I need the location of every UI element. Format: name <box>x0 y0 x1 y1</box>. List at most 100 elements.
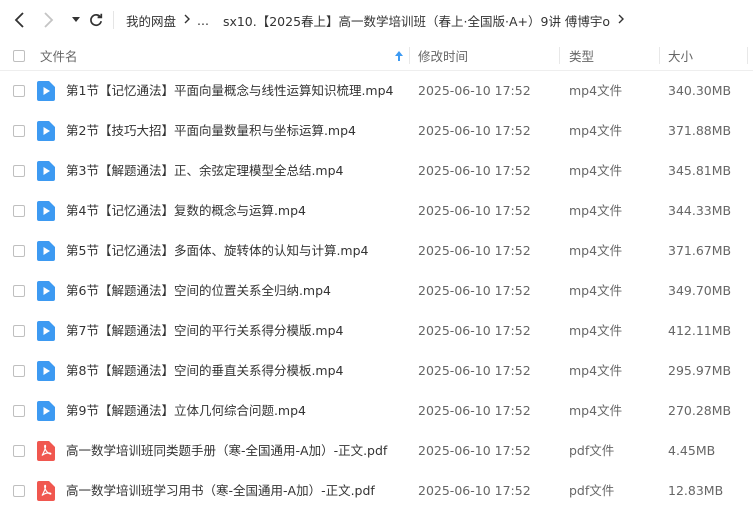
navigation-bar: 我的网盘 ... sx10.【2025春上】高一数学培训班（春上·全国版·A+）… <box>0 0 753 40</box>
file-size: 295.97MB <box>668 363 732 378</box>
row-checkbox[interactable] <box>13 325 25 337</box>
row-checkbox[interactable] <box>13 365 25 377</box>
file-modified-time: 2025-06-10 17:52 <box>418 83 531 98</box>
file-type: mp4文件 <box>569 243 623 258</box>
file-size: 345.81MB <box>668 163 732 178</box>
file-modified-time: 2025-06-10 17:52 <box>418 483 531 498</box>
table-row[interactable]: 第2节【技巧大招】平面向量数量积与坐标运算.mp4 2025-06-10 17:5… <box>0 111 753 151</box>
table-row[interactable]: 第6节【解题通法】空间的位置关系全归纳.mp4 2025-06-10 17:52 m… <box>0 271 753 311</box>
pdf-file-icon <box>37 481 55 501</box>
file-name[interactable]: 高一数学培训班同类题手册（寒-全国通用-A加）-正文.pdf <box>66 431 387 471</box>
file-name[interactable]: 第6节【解题通法】空间的位置关系全归纳.mp4 <box>66 271 331 311</box>
breadcrumb-root[interactable]: 我的网盘 <box>126 11 176 30</box>
sort-ascending-icon[interactable] <box>395 40 403 71</box>
file-name[interactable]: 第9节【解题通法】立体几何综合问题.mp4 <box>66 391 306 431</box>
file-modified-time: 2025-06-10 17:52 <box>418 363 531 378</box>
breadcrumb-ellipsis[interactable]: ... <box>197 13 209 28</box>
caret-down-icon[interactable] <box>66 10 86 30</box>
select-all-checkbox[interactable] <box>13 40 25 71</box>
file-type: mp4文件 <box>569 203 623 218</box>
breadcrumb: 我的网盘 ... sx10.【2025春上】高一数学培训班（春上·全国版·A+）… <box>126 0 631 40</box>
file-size: 344.33MB <box>668 203 732 218</box>
file-size: 371.88MB <box>668 123 732 138</box>
video-file-icon <box>37 121 55 141</box>
file-name[interactable]: 第7节【解题通法】空间的平行关系得分模版.mp4 <box>66 311 344 351</box>
file-name[interactable]: 第2节【技巧大招】平面向量数量积与坐标运算.mp4 <box>66 111 356 151</box>
breadcrumb-current-folder[interactable]: sx10.【2025春上】高一数学培训班（春上·全国版·A+）9讲 傅博宇o <box>223 11 610 30</box>
video-file-icon <box>37 241 55 261</box>
row-checkbox[interactable] <box>13 85 25 97</box>
column-header-size[interactable]: 大小 <box>668 40 693 71</box>
column-header-type[interactable]: 类型 <box>569 40 594 71</box>
file-name[interactable]: 第3节【解题通法】正、余弦定理模型全总结.mp4 <box>66 151 344 191</box>
row-checkbox[interactable] <box>13 445 25 457</box>
file-modified-time: 2025-06-10 17:52 <box>418 323 531 338</box>
table-row[interactable]: 第3节【解题通法】正、余弦定理模型全总结.mp4 2025-06-10 17:52… <box>0 151 753 191</box>
table-row[interactable]: 高一数学培训班学习用书（寒-全国通用-A加）-正文.pdf 2025-06-10 … <box>0 471 753 511</box>
file-size: 270.28MB <box>668 403 732 418</box>
column-header-modified[interactable]: 修改时间 <box>418 40 468 71</box>
refresh-icon[interactable] <box>86 10 106 30</box>
file-size: 4.45MB <box>668 443 716 458</box>
pdf-file-icon <box>37 441 55 461</box>
file-type: mp4文件 <box>569 163 623 178</box>
file-type: mp4文件 <box>569 363 623 378</box>
file-name[interactable]: 第1节【记忆通法】平面向量概念与线性运算知识梳理.mp4 <box>66 71 394 111</box>
row-checkbox[interactable] <box>13 245 25 257</box>
table-row[interactable]: 第4节【记忆通法】复数的概念与运算.mp4 2025-06-10 17:52 mp4… <box>0 191 753 231</box>
table-row[interactable]: 第7节【解题通法】空间的平行关系得分模版.mp4 2025-06-10 17:52… <box>0 311 753 351</box>
file-size: 12.83MB <box>668 483 724 498</box>
video-file-icon <box>37 281 55 301</box>
video-file-icon <box>37 81 55 101</box>
file-modified-time: 2025-06-10 17:52 <box>418 243 531 258</box>
file-type: mp4文件 <box>569 283 623 298</box>
table-row[interactable]: 第5节【记忆通法】多面体、旋转体的认知与计算.mp4 2025-06-10 17:… <box>0 231 753 271</box>
chevron-right-icon[interactable] <box>618 13 625 27</box>
chevron-left-icon[interactable] <box>10 10 30 30</box>
chevron-right-icon <box>184 13 191 27</box>
file-type: pdf文件 <box>569 443 615 458</box>
file-type: pdf文件 <box>569 483 615 498</box>
file-modified-time: 2025-06-10 17:52 <box>418 443 531 458</box>
file-list-header: 文件名 修改时间 类型 大小 <box>0 40 753 71</box>
file-name[interactable]: 第4节【记忆通法】复数的概念与运算.mp4 <box>66 191 306 231</box>
file-size: 340.30MB <box>668 83 732 98</box>
video-file-icon <box>37 321 55 341</box>
column-divider[interactable] <box>747 47 748 64</box>
file-type: mp4文件 <box>569 83 623 98</box>
file-name[interactable]: 第5节【记忆通法】多面体、旋转体的认知与计算.mp4 <box>66 231 369 271</box>
file-modified-time: 2025-06-10 17:52 <box>418 163 531 178</box>
column-header-name[interactable]: 文件名 <box>40 40 78 71</box>
video-file-icon <box>37 361 55 381</box>
row-checkbox[interactable] <box>13 285 25 297</box>
video-file-icon <box>37 401 55 421</box>
row-checkbox[interactable] <box>13 165 25 177</box>
file-type: mp4文件 <box>569 123 623 138</box>
column-divider[interactable] <box>409 47 410 64</box>
file-size: 371.67MB <box>668 243 732 258</box>
file-type: mp4文件 <box>569 323 623 338</box>
video-file-icon <box>37 161 55 181</box>
file-type: mp4文件 <box>569 403 623 418</box>
file-modified-time: 2025-06-10 17:52 <box>418 203 531 218</box>
table-row[interactable]: 第1节【记忆通法】平面向量概念与线性运算知识梳理.mp4 2025-06-10 1… <box>0 71 753 111</box>
row-checkbox[interactable] <box>13 485 25 497</box>
row-checkbox[interactable] <box>13 205 25 217</box>
table-row[interactable]: 第8节【解题通法】空间的垂直关系得分模板.mp4 2025-06-10 17:52… <box>0 351 753 391</box>
column-divider[interactable] <box>559 47 560 64</box>
file-size: 412.11MB <box>668 323 732 338</box>
file-modified-time: 2025-06-10 17:52 <box>418 123 531 138</box>
table-row[interactable]: 第9节【解题通法】立体几何综合问题.mp4 2025-06-10 17:52 mp4… <box>0 391 753 431</box>
file-modified-time: 2025-06-10 17:52 <box>418 283 531 298</box>
file-name[interactable]: 高一数学培训班学习用书（寒-全国通用-A加）-正文.pdf <box>66 471 375 511</box>
file-name[interactable]: 第8节【解题通法】空间的垂直关系得分模板.mp4 <box>66 351 344 391</box>
toolbar-divider <box>113 11 114 29</box>
row-checkbox[interactable] <box>13 125 25 137</box>
chevron-right-icon[interactable] <box>38 10 58 30</box>
video-file-icon <box>37 201 55 221</box>
file-size: 349.70MB <box>668 283 732 298</box>
row-checkbox[interactable] <box>13 405 25 417</box>
column-divider[interactable] <box>659 47 660 64</box>
file-modified-time: 2025-06-10 17:52 <box>418 403 531 418</box>
table-row[interactable]: 高一数学培训班同类题手册（寒-全国通用-A加）-正文.pdf 2025-06-10… <box>0 431 753 471</box>
